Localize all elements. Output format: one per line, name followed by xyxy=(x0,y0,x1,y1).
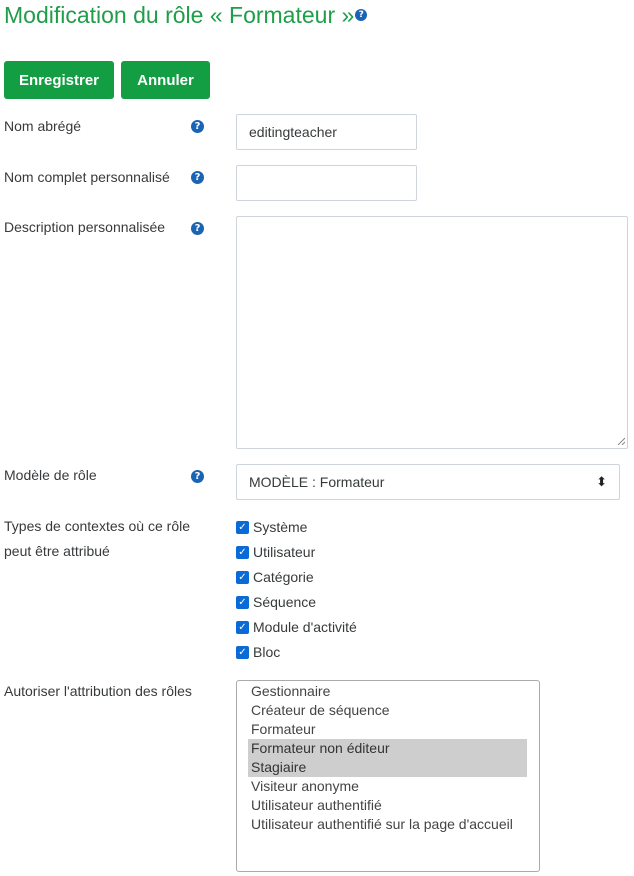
context-checkbox-course[interactable]: ✓ Séquence xyxy=(236,592,316,612)
list-option[interactable]: Utilisateur authentifié xyxy=(248,796,527,815)
short-name-help-icon[interactable]: ? xyxy=(191,120,204,133)
cancel-button[interactable]: Annuler xyxy=(121,61,210,99)
checkbox-checked-icon[interactable]: ✓ xyxy=(236,645,249,659)
select-updown-icon: ⬍ xyxy=(596,474,607,489)
checkbox-checked-icon[interactable]: ✓ xyxy=(236,620,249,634)
context-label: Séquence xyxy=(253,594,317,610)
description-help-icon[interactable]: ? xyxy=(191,222,204,235)
list-option[interactable]: Gestionnaire xyxy=(248,682,527,701)
archetype-help-icon[interactable]: ? xyxy=(191,470,204,483)
archetype-label: Modèle de rôle xyxy=(4,467,97,483)
description-label: Description personnalisée xyxy=(4,219,166,235)
full-name-label: Nom complet personnalisé xyxy=(4,169,170,185)
short-name-input[interactable] xyxy=(236,114,417,150)
context-checkbox-module[interactable]: ✓ Module d'activité xyxy=(236,617,357,637)
contexts-label-line1: Types de contextes où ce rôle xyxy=(4,518,190,534)
archetype-select-value: MODÈLE : Formateur xyxy=(249,474,385,490)
resize-handle-icon[interactable] xyxy=(617,437,625,445)
context-checkbox-block[interactable]: ✓ Bloc xyxy=(236,642,280,662)
allow-assign-listbox[interactable]: Gestionnaire Créateur de séquence Format… xyxy=(236,680,540,872)
list-option-selected[interactable]: Stagiaire xyxy=(248,758,527,777)
list-option[interactable]: Formateur xyxy=(248,720,527,739)
page-title: Modification du rôle « Formateur »? xyxy=(4,0,368,30)
checkbox-checked-icon[interactable]: ✓ xyxy=(236,570,249,584)
help-icon[interactable]: ? xyxy=(355,8,368,21)
context-label: Système xyxy=(253,519,308,535)
checkbox-checked-icon[interactable]: ✓ xyxy=(236,545,249,559)
checkbox-checked-icon[interactable]: ✓ xyxy=(236,595,249,609)
archetype-select[interactable]: MODÈLE : Formateur ⬍ xyxy=(236,464,620,500)
list-option-selected[interactable]: Formateur non éditeur xyxy=(248,739,527,758)
full-name-help-icon[interactable]: ? xyxy=(191,171,204,184)
allow-assign-label: Autoriser l'attribution des rôles xyxy=(4,683,192,699)
full-name-input[interactable] xyxy=(236,165,417,201)
short-name-label: Nom abrégé xyxy=(4,118,82,134)
list-option[interactable]: Visiteur anonyme xyxy=(248,777,527,796)
context-label: Catégorie xyxy=(253,569,314,585)
checkbox-checked-icon[interactable]: ✓ xyxy=(236,520,249,534)
description-textarea[interactable] xyxy=(236,216,628,449)
list-option[interactable]: Utilisateur authentifié sur la page d'ac… xyxy=(248,815,527,834)
contexts-label-line2: peut être attribué xyxy=(4,543,110,559)
context-label: Bloc xyxy=(253,644,281,660)
save-button[interactable]: Enregistrer xyxy=(4,61,114,99)
context-label: Utilisateur xyxy=(253,544,316,560)
list-option[interactable]: Créateur de séquence xyxy=(248,701,527,720)
context-checkbox-system[interactable]: ✓ Système xyxy=(236,517,307,537)
context-label: Module d'activité xyxy=(253,619,357,635)
context-checkbox-user[interactable]: ✓ Utilisateur xyxy=(236,542,315,562)
page-title-text: Modification du rôle « Formateur » xyxy=(4,2,355,28)
context-checkbox-category[interactable]: ✓ Catégorie xyxy=(236,567,314,587)
